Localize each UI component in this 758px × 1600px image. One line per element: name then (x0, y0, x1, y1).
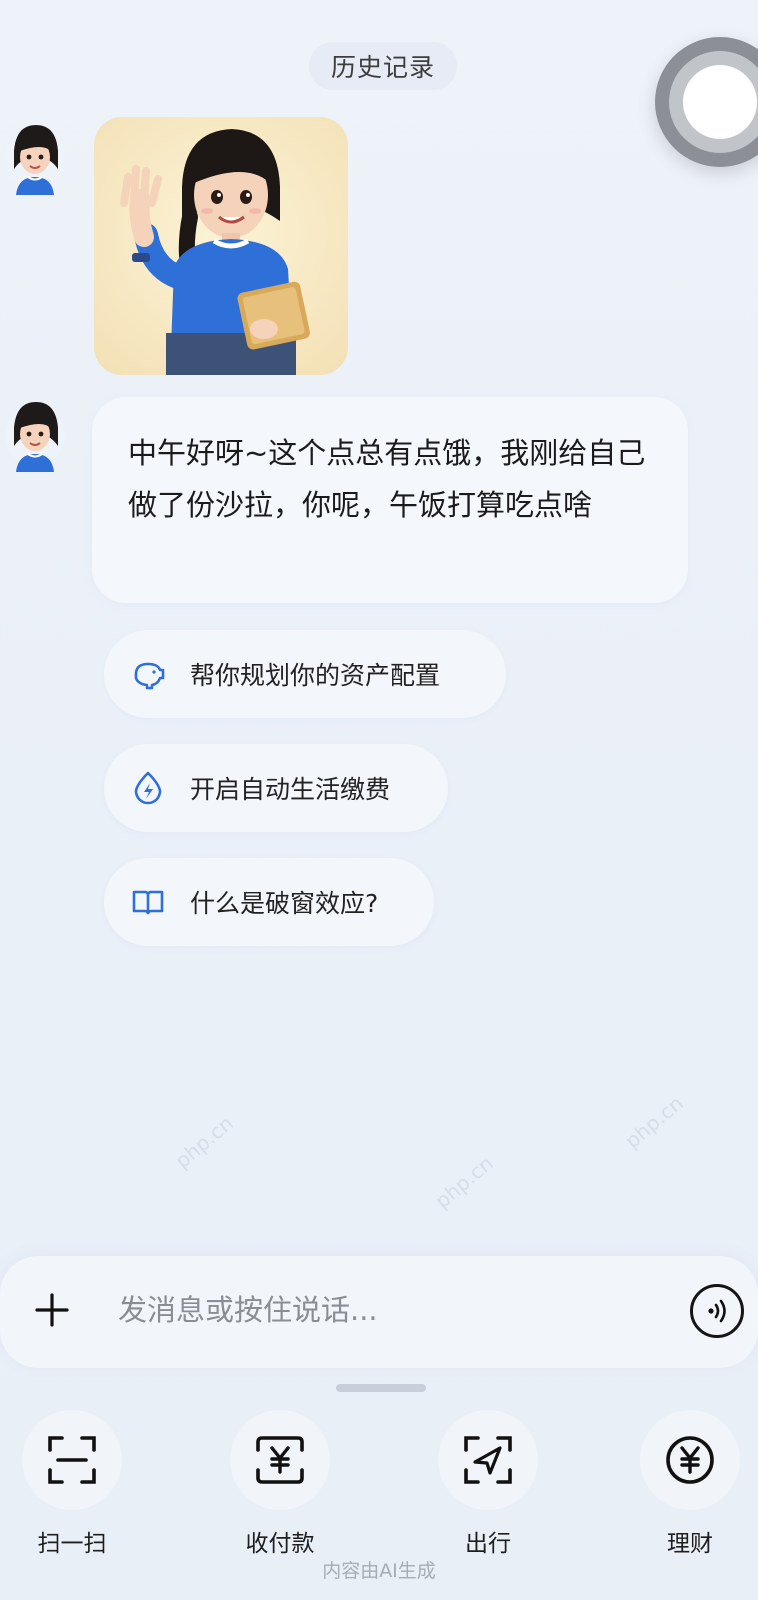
ai-disclaimer: 内容由AI生成 (322, 1560, 436, 1582)
lightning-drop-icon (128, 768, 168, 808)
assistant-message: 中午好呀~这个点总有点饿，我刚给自己做了份沙拉，你呢，午饭打算吃点啥 (92, 397, 688, 603)
history-button[interactable]: 历史记录 (309, 42, 457, 90)
suggestion-chip-asset-allocation[interactable]: 帮你规划你的资产配置 (104, 630, 506, 718)
shortcut-label: 理财 (667, 1531, 713, 1557)
composer-bar (0, 1256, 758, 1368)
message-input[interactable] (118, 1280, 658, 1340)
watermark: php.cn (170, 1110, 238, 1174)
drawer-handle[interactable] (336, 1384, 426, 1392)
ring-inner (683, 65, 757, 139)
shortcut-wealth[interactable]: 理财 (630, 1410, 750, 1558)
shortcut-scan[interactable]: 扫一扫 (12, 1410, 132, 1558)
shortcut-travel[interactable]: 出行 (428, 1410, 548, 1558)
shortcut-payment[interactable]: 收付款 (220, 1410, 340, 1558)
suggestion-label: 帮你规划你的资产配置 (190, 661, 441, 690)
plus-icon[interactable] (28, 1286, 76, 1334)
travel-icon (438, 1410, 538, 1510)
suggestion-chip-auto-bill-pay[interactable]: 开启自动生活缴费 (104, 744, 448, 832)
suggestion-chip-broken-windows[interactable]: 什么是破窗效应? (104, 858, 434, 946)
greeting-image (94, 117, 348, 375)
shortcut-label: 扫一扫 (37, 1531, 107, 1557)
payment-icon (230, 1410, 330, 1510)
assistant-avatar (4, 394, 66, 472)
scan-icon (22, 1410, 122, 1510)
watermark: php.cn (620, 1090, 688, 1154)
shortcut-label: 出行 (465, 1531, 511, 1557)
book-icon (128, 882, 168, 922)
shortcut-label: 收付款 (245, 1531, 315, 1557)
suggestion-label: 什么是破窗效应? (190, 889, 379, 918)
suggestion-label: 开启自动生活缴费 (190, 775, 391, 804)
floating-assistant-button[interactable] (655, 37, 758, 167)
piggy-bank-icon (128, 654, 168, 694)
voice-icon[interactable] (690, 1284, 744, 1338)
assistant-avatar (4, 117, 66, 195)
wealth-icon (640, 1410, 740, 1510)
watermark: php.cn (430, 1150, 498, 1214)
